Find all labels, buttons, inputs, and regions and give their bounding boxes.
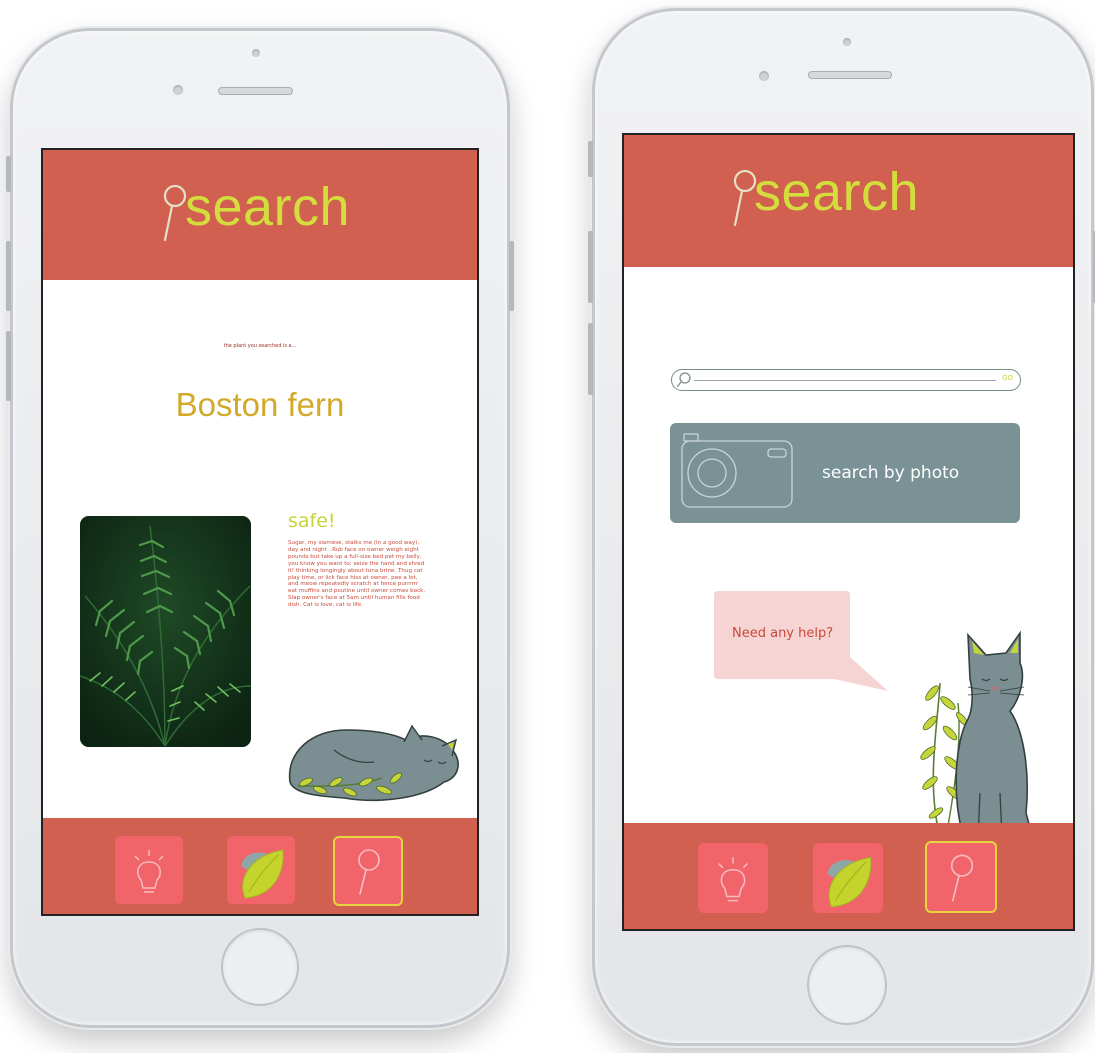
tab-search[interactable]	[333, 836, 403, 906]
leaf-icon	[241, 849, 284, 899]
sleeping-cat-illustration	[288, 724, 459, 802]
earpiece-speaker	[808, 71, 892, 79]
sitting-cat-illustration	[920, 630, 1034, 838]
help-bubble-text[interactable]: Need any help?	[732, 626, 833, 641]
search-input-line	[694, 380, 996, 381]
plant-photo	[80, 516, 251, 747]
safety-status: safe!	[288, 510, 336, 532]
tab-tips[interactable]	[698, 843, 768, 913]
pin-icon	[733, 169, 757, 227]
home-button	[221, 928, 299, 1006]
power-button	[509, 241, 514, 311]
tab-bar	[43, 818, 477, 914]
tab-plants[interactable]	[227, 836, 295, 904]
volume-up-button	[6, 241, 11, 311]
app-header: search	[624, 135, 1073, 267]
help-bubble-shape[interactable]	[714, 591, 892, 693]
phone-left: search the plant you searched is a... Bo…	[6, 28, 514, 1028]
lightbulb-icon	[718, 857, 748, 902]
volume-down-button	[6, 331, 11, 401]
page-title: search	[185, 177, 351, 237]
lightbulb-icon	[134, 850, 164, 893]
photo-search-button[interactable]: search by photo	[670, 423, 1020, 523]
safety-description: Sugar, my siamese, stalks me (in a good …	[288, 540, 426, 609]
mute-switch	[6, 156, 11, 192]
screen: search the plant you searched is a... Bo…	[41, 148, 479, 916]
search-pin-icon	[358, 849, 380, 895]
pin-icon	[163, 184, 187, 242]
tab-tips[interactable]	[115, 836, 183, 904]
app-header: search	[43, 150, 477, 280]
proximity-sensor	[173, 85, 183, 95]
proximity-sensor	[759, 71, 769, 81]
volume-down-button	[588, 323, 593, 395]
screen: search GO search by photo Need any help?	[622, 133, 1075, 931]
tab-bar	[624, 823, 1073, 929]
fern-photo	[80, 516, 251, 747]
volume-up-button	[588, 231, 593, 303]
search-pin-icon	[950, 854, 974, 902]
tab-search[interactable]	[925, 841, 997, 913]
camera-icon	[681, 433, 793, 508]
result-caption: the plant you searched is a...	[223, 343, 297, 349]
phone-right: search GO search by photo Need any help?	[588, 8, 1095, 1046]
front-camera	[252, 49, 260, 57]
leaf-icon	[827, 856, 872, 908]
front-camera	[843, 38, 851, 46]
tab-plants[interactable]	[813, 843, 883, 913]
photo-search-label: search by photo	[822, 463, 960, 483]
home-button	[807, 945, 887, 1025]
search-input[interactable]: GO	[671, 369, 1021, 391]
plant-name: Boston fern	[175, 386, 345, 423]
search-icon	[677, 372, 691, 388]
mute-switch	[588, 141, 593, 177]
page-title: search	[754, 162, 920, 222]
earpiece-speaker	[218, 87, 293, 95]
go-button[interactable]: GO	[1002, 374, 1013, 382]
